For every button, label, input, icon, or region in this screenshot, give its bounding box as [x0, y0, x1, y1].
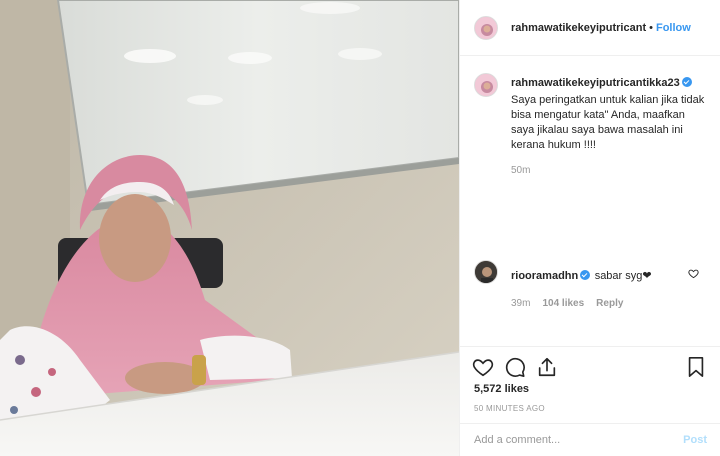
caption-meta: 50m	[511, 165, 711, 176]
caption-comment: rahmawatikekeyiputricantikka23 Saya peri…	[474, 73, 714, 176]
commenter-username[interactable]: riooramadhn	[511, 270, 578, 282]
comment-meta: 39m 104 likes Reply	[511, 298, 711, 309]
post-photo	[0, 0, 459, 456]
post-timestamp[interactable]: 50 MINUTES AGO	[474, 404, 545, 413]
comment-body: riooramadhn sabar syg❤ 39m 104 likes Rep…	[511, 260, 711, 309]
avatar-image	[475, 16, 497, 39]
heart-icon[interactable]	[472, 356, 494, 378]
add-comment-bar: Post	[460, 423, 720, 456]
commenter-avatar[interactable]	[474, 260, 498, 284]
share-icon[interactable]	[536, 356, 558, 378]
comment-item: riooramadhn sabar syg❤ 39m 104 likes Rep…	[474, 260, 714, 309]
caption-age[interactable]: 50m	[511, 165, 530, 176]
verified-badge-icon	[580, 270, 591, 280]
comment-likes[interactable]: 104 likes	[542, 298, 584, 309]
bookmark-icon[interactable]	[685, 356, 707, 378]
comment-like-heart-icon[interactable]	[688, 268, 699, 279]
comment-text: sabar syg❤	[594, 270, 652, 282]
post-side-panel: rahmawatikekeyiputricant • Follow rahmaw…	[459, 0, 720, 456]
post-comment-button[interactable]: Post	[683, 434, 707, 446]
avatar-image	[475, 261, 497, 283]
avatar-image	[475, 74, 497, 96]
caption-text: Saya peringatkan untuk kalian jika tidak…	[511, 94, 705, 151]
follow-button[interactable]: Follow	[656, 22, 691, 34]
comment-age[interactable]: 39m	[511, 298, 530, 309]
likes-count[interactable]: 5,572 likes	[474, 383, 529, 395]
author-username[interactable]: rahmawatikekeyiputricant	[511, 22, 646, 34]
comment-input[interactable]	[474, 434, 684, 446]
caption-body: rahmawatikekeyiputricantikka23 Saya peri…	[511, 73, 711, 176]
verified-badge-icon	[681, 77, 692, 87]
action-icons	[472, 356, 558, 378]
reply-button[interactable]: Reply	[596, 298, 623, 309]
author-avatar[interactable]	[474, 15, 498, 40]
comments-list[interactable]: rahmawatikekeyiputricantikka23 Saya peri…	[460, 57, 720, 345]
photo-image	[0, 0, 459, 456]
caption-avatar[interactable]	[474, 73, 498, 97]
separator-dot: •	[649, 21, 653, 34]
comment-icon[interactable]	[504, 356, 526, 378]
post-header: rahmawatikekeyiputricant • Follow	[460, 0, 720, 56]
caption-username[interactable]: rahmawatikekeyiputricantikka23	[511, 77, 680, 89]
